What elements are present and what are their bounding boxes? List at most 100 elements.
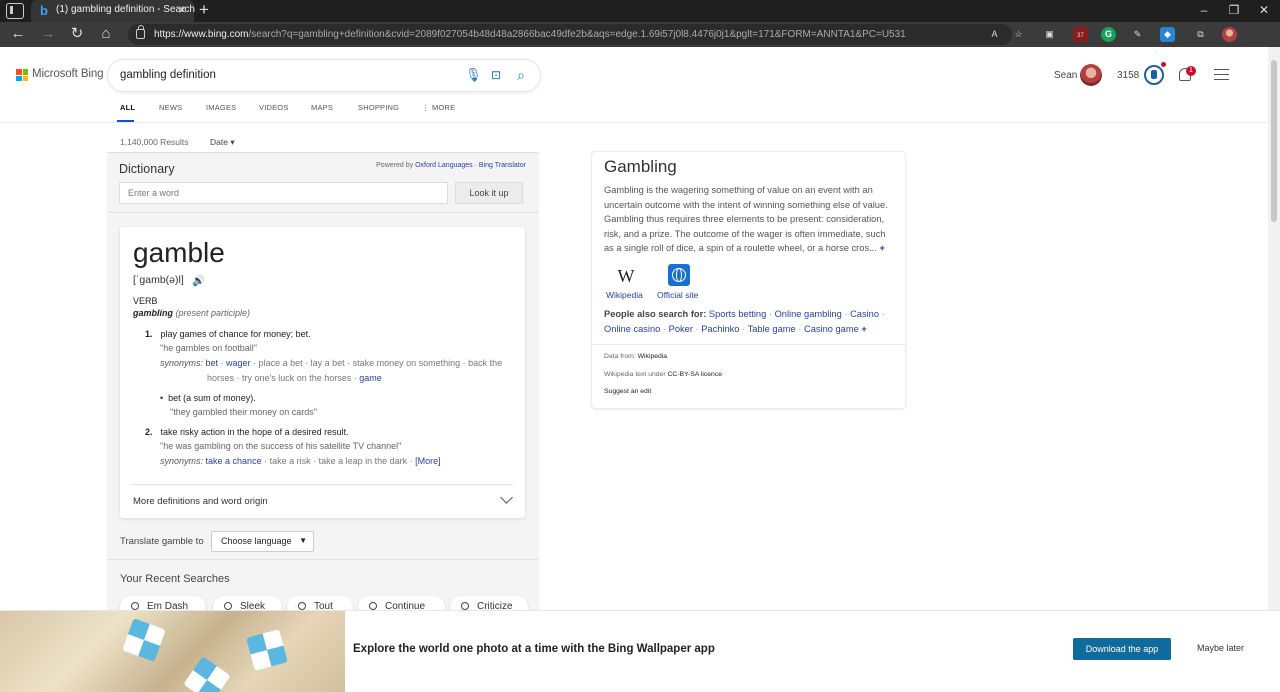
window-close-icon[interactable]: ✕ (1256, 3, 1272, 17)
shield-extension-icon[interactable]: ◆ (1160, 27, 1175, 42)
dictionary-divider-2 (107, 559, 539, 560)
search-icon[interactable]: ⌕ (513, 67, 529, 83)
active-tab[interactable]: b (1) gambling definition - Search × (31, 0, 195, 22)
suggest-edit-link[interactable]: Suggest an edit (604, 388, 651, 395)
translate-label: Translate gamble to (120, 536, 204, 547)
tab-all[interactable]: ALL (120, 103, 135, 112)
header-divider (0, 122, 1268, 123)
more-definitions-link[interactable]: More definitions and word origin (133, 496, 268, 507)
kp-divider (592, 344, 905, 345)
bing-translator-link[interactable]: Bing Translator (479, 162, 526, 169)
search-input[interactable]: gambling definition (120, 69, 216, 81)
recent-searches-title: Your Recent Searches (120, 573, 230, 585)
related-link[interactable]: Sports betting (709, 309, 766, 319)
kp-description: Gambling is the wagering something of va… (604, 185, 888, 254)
lock-icon[interactable] (136, 25, 145, 39)
tab-title: (1) gambling definition - Search (56, 4, 195, 15)
tab-images[interactable]: IMAGES (206, 103, 236, 112)
menu-icon[interactable] (1214, 69, 1229, 80)
minimize-icon[interactable]: – (1196, 3, 1212, 17)
licence-note: Wikipedia text under CC-BY-SA licence (604, 371, 722, 378)
microphone-icon[interactable]: 🎙 (465, 67, 482, 83)
download-app-button[interactable]: Download the app (1073, 638, 1171, 660)
dictionary-divider (107, 212, 539, 213)
search-icon (461, 602, 469, 610)
related-link[interactable]: Casino game (804, 324, 859, 334)
data-source-link[interactable]: Wikipedia (638, 353, 667, 360)
results-count: 1,140,000 Results (120, 137, 189, 147)
definition-divider (133, 484, 513, 485)
avatar[interactable] (1080, 64, 1102, 86)
related-link[interactable]: Online gambling (775, 309, 842, 319)
read-aloud-icon[interactable]: A (987, 27, 1002, 42)
licence-link[interactable]: CC-BY-SA licence (667, 371, 722, 378)
address-toolbar: ← → ↻ ⌂ https://www.bing.com/search?q=ga… (0, 22, 1280, 47)
restore-icon[interactable]: ❐ (1226, 3, 1242, 17)
related-link[interactable]: Casino (850, 309, 879, 319)
chevron-down-icon[interactable] (500, 491, 513, 504)
forward-icon[interactable]: → (39, 26, 57, 42)
language-select[interactable]: Choose language ▼ (211, 531, 314, 552)
umbrella-icon (122, 618, 166, 662)
pronounce-speaker-icon[interactable]: 🔊 (192, 274, 205, 287)
tab-news[interactable]: NEWS (159, 103, 182, 112)
tab-shopping[interactable]: SHOPPING (358, 103, 399, 112)
globe-icon[interactable] (668, 264, 690, 286)
refresh-icon[interactable]: ↻ (68, 26, 86, 42)
search-box[interactable]: gambling definition 🎙 ⊡ ⌕ (108, 60, 540, 91)
scrollbar-thumb[interactable] (1271, 60, 1277, 222)
tab-actions-icon[interactable] (6, 3, 24, 19)
tab-maps[interactable]: MAPS (311, 103, 333, 112)
wikipedia-icon[interactable]: W (614, 266, 638, 286)
powered-by: Powered by Oxford Languages · Bing Trans… (376, 162, 526, 169)
pen-extension-icon[interactable]: ✎ (1130, 27, 1145, 42)
notification-badge: 1 (1186, 66, 1196, 76)
tab-close-icon[interactable]: × (178, 3, 186, 17)
related-link[interactable]: Poker (669, 324, 693, 334)
grammarly-extension-icon[interactable]: G (1101, 27, 1116, 42)
umbrella-icon (246, 629, 288, 671)
more-related-icon[interactable]: + (861, 324, 866, 334)
headword: gamble (133, 237, 225, 268)
related-link[interactable]: Online casino (604, 324, 660, 334)
data-from: Data from: Wikipedia (604, 353, 668, 360)
back-icon[interactable]: ← (9, 26, 27, 42)
inflection: gambling (present participle) (133, 308, 251, 318)
synonym-link-take-a-chance[interactable]: take a chance (206, 456, 262, 466)
tab-more[interactable]: ⋮ MORE (422, 103, 455, 112)
bing-logo-text[interactable]: Microsoft Bing (32, 68, 104, 80)
new-tab-icon[interactable]: + (196, 1, 212, 19)
tab-videos[interactable]: VIDEOS (259, 103, 289, 112)
sense-1-example: "he gambles on football" (160, 343, 257, 353)
word-input[interactable]: Enter a word (119, 182, 448, 204)
search-icon (131, 602, 139, 610)
synonym-link-wager[interactable]: wager (226, 358, 251, 368)
date-filter[interactable]: Date ▾ (210, 137, 235, 148)
collections-icon[interactable]: ⧉ (1193, 27, 1208, 42)
favorites-star-icon[interactable]: ☆ (1011, 27, 1026, 42)
rewards-medal-icon[interactable] (1144, 65, 1164, 85)
synonym-link-bet[interactable]: bet (206, 358, 219, 368)
sense-1-synonyms: synonyms: bet · wager · place a bet · la… (160, 358, 503, 368)
related-link[interactable]: Pachinko (701, 324, 739, 334)
extension-badge-icon[interactable]: 37 (1073, 27, 1088, 42)
synonym-link-game[interactable]: game (359, 373, 382, 383)
address-bar[interactable]: https://www.bing.com/search?q=gambling+d… (128, 24, 1012, 45)
microsoft-logo-icon[interactable] (16, 69, 28, 81)
bing-favicon-icon: b (40, 3, 48, 18)
oxford-link[interactable]: Oxford Languages (415, 162, 473, 169)
profile-avatar-icon[interactable] (1222, 27, 1237, 42)
look-it-up-button[interactable]: Look it up (455, 182, 523, 204)
maybe-later-button[interactable]: Maybe later (1197, 643, 1244, 653)
expand-icon[interactable]: + (879, 243, 884, 253)
visual-search-icon[interactable]: ⊡ (488, 67, 504, 83)
more-synonyms-link[interactable]: [More] (415, 456, 441, 466)
related-link[interactable]: Table game (748, 324, 796, 334)
rewards-points[interactable]: 3158 (1117, 70, 1139, 81)
official-site-link[interactable]: Official site (657, 290, 698, 300)
url-text[interactable]: https://www.bing.com/search?q=gambling+d… (154, 29, 906, 40)
clipboard-extension-icon[interactable]: ▣ (1042, 27, 1057, 42)
wikipedia-link[interactable]: Wikipedia (606, 290, 643, 300)
user-name[interactable]: Sean (1054, 70, 1077, 81)
home-icon[interactable]: ⌂ (97, 26, 115, 42)
